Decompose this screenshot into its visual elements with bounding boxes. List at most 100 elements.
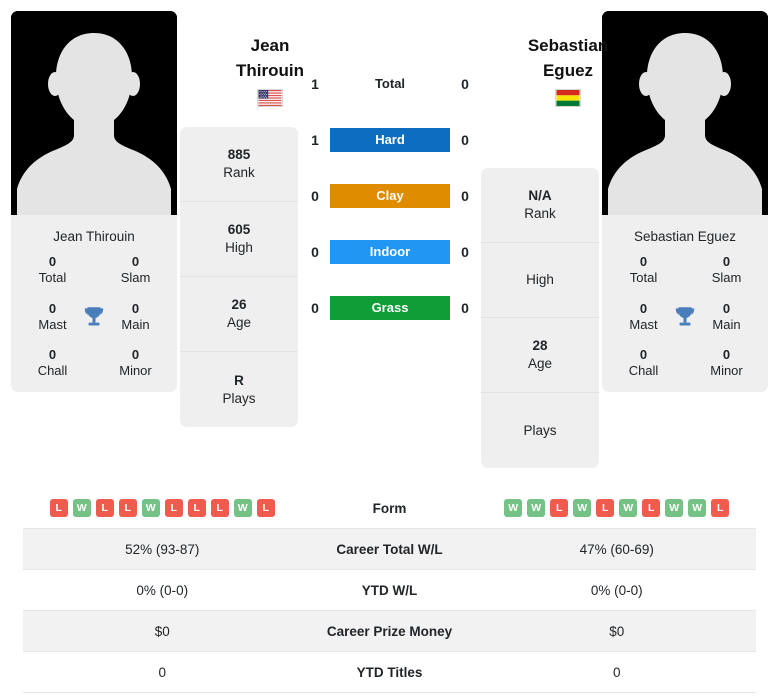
h2h-first-name-right: Sebastian (527, 36, 609, 55)
form-badge-l[interactable]: L (118, 499, 137, 517)
h2h-last-name-right: Eguez (542, 60, 594, 80)
form-badge-w[interactable]: W (504, 499, 523, 517)
title-label: Slam (120, 270, 151, 286)
stat-value: 605 (227, 222, 251, 238)
form-badge-l[interactable]: L (95, 499, 114, 517)
trophy-icon (84, 307, 104, 326)
table-row-form: LWLLWLLLWL Form WWLWLWLWWL (23, 488, 756, 529)
stat-value: 885 (227, 147, 251, 163)
stat-high-left: 605 High (180, 202, 298, 277)
h2h-name-right: Sebastian Eguez (480, 34, 656, 115)
title-label: Chall (628, 363, 659, 379)
stat-rank-left: 885 Rank (180, 127, 298, 202)
h2h-surface-badge-clay: Clay (330, 184, 450, 208)
form-badge-l[interactable]: L (550, 499, 569, 517)
table-row-label: Career Total W/L (336, 541, 443, 557)
title-stat-minor: 0 Minor (685, 347, 768, 380)
form-badge-w[interactable]: W (233, 499, 252, 517)
form-badge-l[interactable]: L (596, 499, 615, 517)
title-value: 0 (48, 254, 57, 269)
h2h-score-right: 0 (461, 132, 469, 148)
titles-card-left: Jean Thirouin 0 Total 0 Slam 0 Mast 0 Ma… (11, 215, 177, 392)
table-cell-left: $0 (154, 623, 170, 639)
stat-high-right: High (481, 243, 599, 318)
player-card-left[interactable]: Jean Thirouin 0 Total 0 Slam 0 Mast 0 Ma… (11, 11, 177, 392)
form-badge-l[interactable]: L (642, 499, 661, 517)
stat-label: Plays (523, 422, 557, 438)
table-row-label: YTD Titles (356, 664, 423, 680)
stat-age-right: 28 Age (481, 318, 599, 393)
h2h-row-clay: 0 Clay 0 (300, 184, 480, 208)
h2h-score-right: 0 (461, 244, 469, 260)
form-badge-w[interactable]: W (688, 499, 707, 517)
stat-label: Rank (524, 206, 556, 221)
h2h-score-left: 0 (311, 188, 319, 204)
table-cell-left: 0 (158, 664, 166, 680)
table-row-label: YTD W/L (361, 582, 418, 598)
form-badge-l[interactable]: L (711, 499, 730, 517)
flag-wrap-left (182, 89, 358, 115)
table-row-career-prize-money: $0 Career Prize Money $0 (23, 611, 756, 652)
title-label: Minor (119, 363, 152, 379)
h2h-score-right: 0 (461, 76, 469, 92)
h2h-surface-badge-hard: Hard (330, 128, 450, 152)
title-label: Total (38, 270, 67, 286)
title-value: 0 (131, 254, 140, 269)
title-value: 0 (639, 347, 648, 362)
stat-label: High (526, 272, 554, 288)
titles-card-right: Sebastian Eguez 0 Total 0 Slam 0 Mast 0 … (602, 215, 768, 392)
title-stat-chall: 0 Chall (602, 347, 685, 380)
form-badge-w[interactable]: W (527, 499, 546, 517)
h2h-surface-badge-indoor: Indoor (330, 240, 450, 264)
form-badge-l[interactable]: L (49, 499, 68, 517)
stat-label: High (225, 240, 253, 255)
stat-label: Rank (223, 165, 255, 180)
table-cell-left: 52% (93-87) (125, 541, 200, 557)
h2h-row-grass: 0 Grass 0 (300, 296, 480, 320)
title-stat-chall: 0 Chall (11, 347, 94, 380)
stat-card-right: N/A Rank High 28 Age Plays (481, 168, 599, 468)
form-badges-right: WWLWLWLWWL (478, 499, 757, 517)
h2h-first-name-left: Jean (250, 36, 290, 55)
title-value: 0 (48, 347, 57, 362)
form-badge-w[interactable]: W (141, 499, 160, 517)
titles-grid-right: 0 Total 0 Slam 0 Mast 0 Main 0 Chall 0 M… (602, 254, 768, 380)
title-stat-slam: 0 Slam (94, 254, 177, 287)
stat-plays-right: Plays (481, 393, 599, 468)
form-badge-w[interactable]: W (665, 499, 684, 517)
player-comparison-page: Jean Thirouin 0 Total 0 Slam 0 Mast 0 Ma… (0, 0, 779, 699)
head-to-head-panel: Jean Thirouin Sebastian Eguez 1 Total 0 … (236, 20, 608, 352)
player-name-left: Jean Thirouin (53, 229, 135, 244)
title-stat-total: 0 Total (602, 254, 685, 287)
table-cell-right: $0 (609, 623, 625, 639)
form-badge-w[interactable]: W (619, 499, 638, 517)
stat-label: Plays (222, 390, 256, 406)
form-badge-l[interactable]: L (210, 499, 229, 517)
us-flag-icon (257, 89, 283, 108)
comparison-table: LWLLWLLLWL Form WWLWLWLWWL 52% (93-87) C… (23, 488, 756, 693)
title-stat-slam: 0 Slam (685, 254, 768, 287)
h2h-score-left: 1 (311, 132, 319, 148)
stat-value: R (234, 372, 244, 388)
title-label: Chall (37, 363, 68, 379)
person-silhouette-icon (11, 11, 177, 215)
player-name-right: Sebastian Eguez (633, 229, 737, 244)
title-value: 0 (639, 254, 648, 269)
title-value: 0 (722, 254, 731, 269)
form-badge-w[interactable]: W (72, 499, 91, 517)
titles-grid-left: 0 Total 0 Slam 0 Mast 0 Main 0 Chall 0 M… (11, 254, 177, 380)
stat-card-left: 885 Rank 605 High 26 Age R Plays (180, 127, 298, 427)
title-stat-minor: 0 Minor (94, 347, 177, 380)
h2h-score-right: 0 (461, 188, 469, 204)
form-badges-left: LWLLWLLLWL (23, 499, 302, 517)
player-photo-left (11, 11, 177, 215)
title-label: Minor (710, 363, 743, 379)
form-badge-l[interactable]: L (187, 499, 206, 517)
form-badge-l[interactable]: L (164, 499, 183, 517)
h2h-score-left: 0 (311, 244, 319, 260)
form-badge-l[interactable]: L (256, 499, 275, 517)
table-cell-right: 0 (612, 664, 621, 680)
h2h-last-name-left: Thirouin (236, 60, 304, 80)
title-label: Total (629, 270, 658, 286)
form-badge-w[interactable]: W (573, 499, 592, 517)
